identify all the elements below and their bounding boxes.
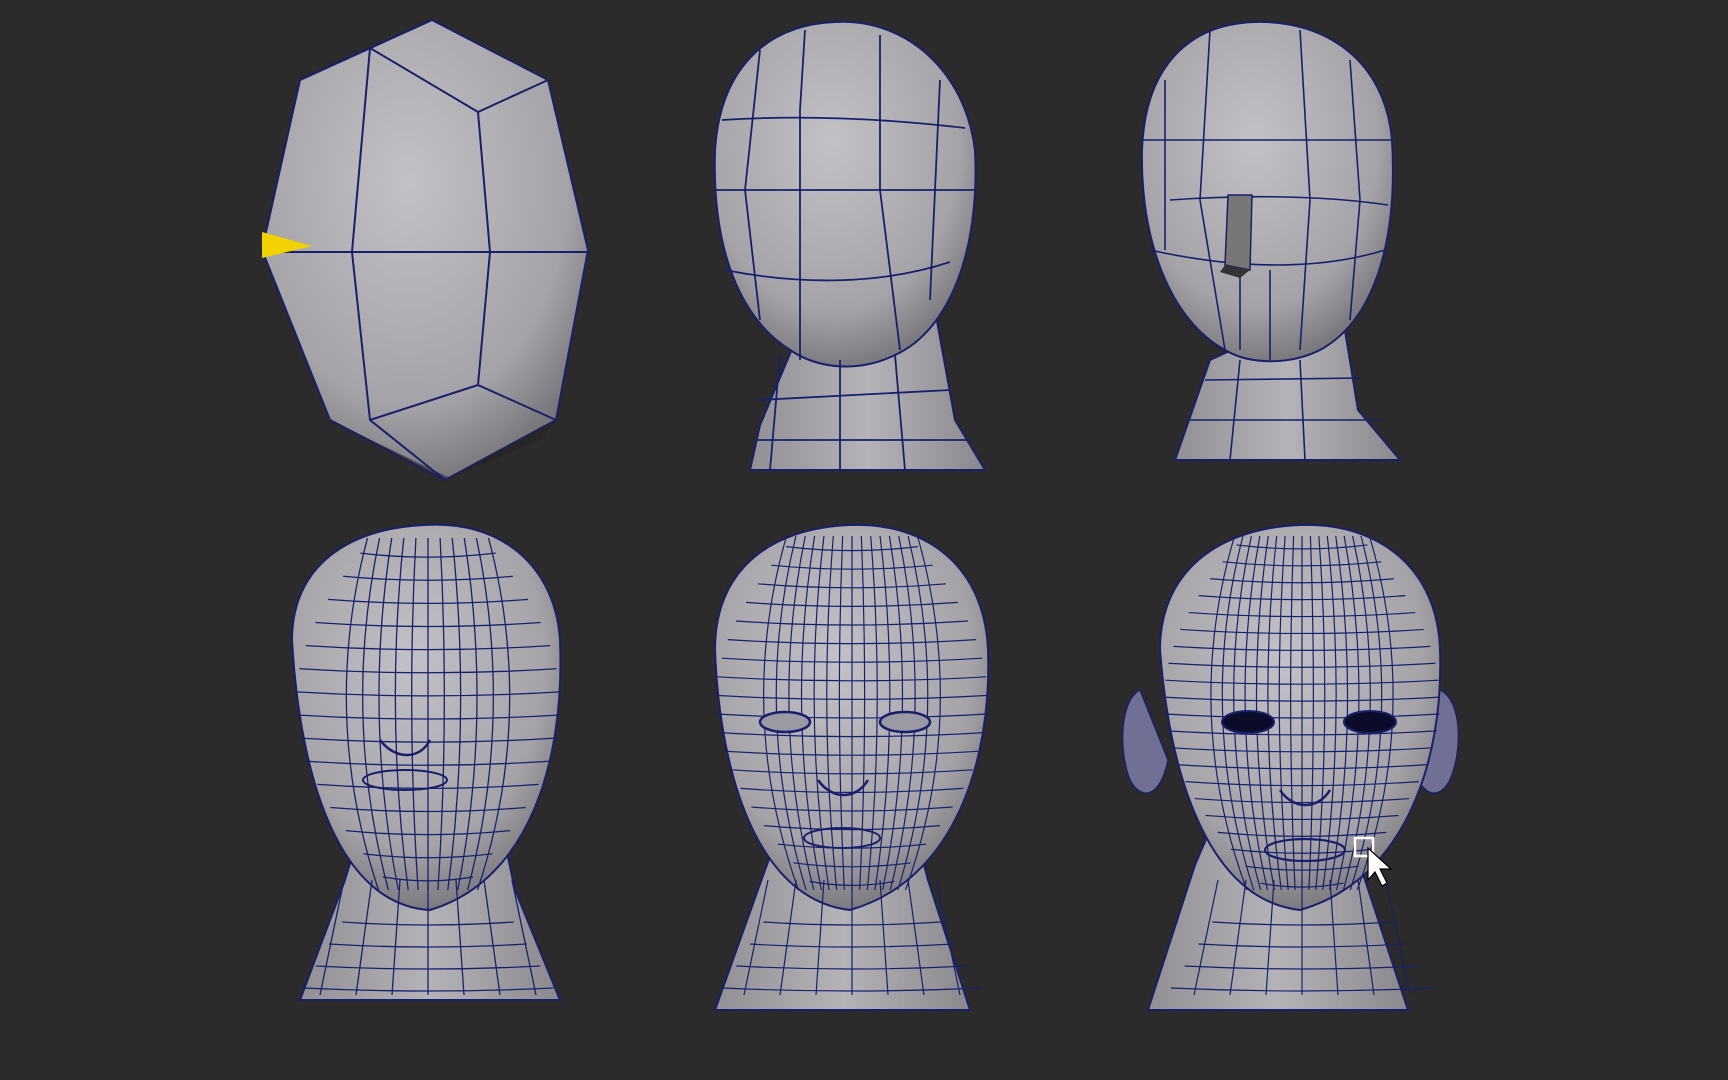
left-ear[interactable] [1121, 688, 1169, 794]
stage-5-eye-sockets[interactable] [713, 523, 990, 1011]
stage-1-base-cube[interactable] [260, 18, 590, 482]
stage-3-nose-block[interactable] [1140, 20, 1403, 461]
stage-6-ears-detail[interactable] [1121, 523, 1460, 1011]
stage-2-head-neck[interactable] [713, 20, 987, 471]
stage-4-face-loops[interactable] [290, 523, 562, 1001]
viewport-canvas[interactable] [0, 0, 1728, 1080]
3d-viewport[interactable] [0, 0, 1728, 1080]
